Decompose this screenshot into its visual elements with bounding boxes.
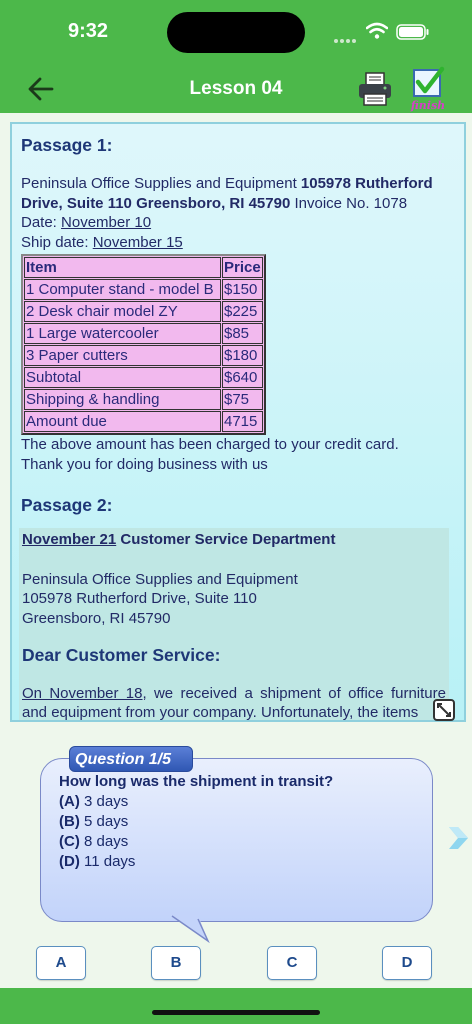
signal-icon [334, 30, 360, 43]
passage1-heading: Passage 1: [21, 135, 113, 155]
printer-icon[interactable] [356, 70, 394, 108]
status-time: 9:32 [68, 20, 109, 42]
table-cell: $640 [222, 367, 263, 388]
page-title: Lesson 04 [189, 78, 283, 99]
table-cell: 2 Desk chair model ZY [24, 301, 221, 322]
question-text: How long was the shipment in transit? [59, 773, 334, 790]
letter-address-line: 105978 Rutherford Drive, Suite 110 [22, 590, 257, 607]
letter-box: November 21 Customer Service Department … [19, 528, 449, 721]
table-header-row: Item Price [24, 257, 263, 278]
expand-icon[interactable] [432, 698, 456, 722]
table-cell: $225 [222, 301, 263, 322]
home-indicator[interactable] [152, 1010, 320, 1015]
chevron-right-icon[interactable] [446, 825, 470, 851]
table-cell: 3 Paper cutters [24, 345, 221, 366]
letter-address-line: Greensboro, RI 45790 [22, 609, 171, 627]
table-cell: 4715 [222, 411, 263, 432]
invoice-footer-line: The above amount has been charged to you… [21, 436, 399, 453]
wifi-icon [366, 22, 388, 39]
bottom-bar [0, 988, 472, 1024]
table-cell: 1 Large watercooler [24, 323, 221, 344]
table-cell: Shipping & handling [24, 389, 221, 410]
table-row: Subtotal $640 [24, 367, 263, 388]
table-cell: $180 [222, 345, 263, 366]
answer-a-button[interactable]: A [36, 946, 86, 980]
question-counter: Question 1/5 [69, 746, 193, 772]
ship-date: Ship date: November 15 [21, 233, 183, 251]
finish-label: finish [410, 99, 446, 112]
invoice-table: Item Price 1 Computer stand - model B $15… [21, 254, 266, 435]
battery-icon [396, 24, 429, 40]
passage-panel[interactable]: Passage 1: Peninsula Office Supplies and… [10, 122, 466, 722]
letter-body: On November 18, we received a shipment o… [22, 684, 446, 721]
table-row: 1 Large watercooler $85 [24, 323, 263, 344]
letter-address-line: Peninsula Office Supplies and Equipment [22, 570, 298, 588]
table-header-cell: Item [24, 257, 221, 278]
table-row: 3 Paper cutters $180 [24, 345, 263, 366]
answer-c-button[interactable]: C [267, 946, 317, 980]
table-row: 2 Desk chair model ZY $225 [24, 301, 263, 322]
table-header-cell: Price [222, 257, 263, 278]
passage2-heading: Passage 2: [21, 495, 113, 515]
checkbox-check-icon [413, 66, 445, 97]
question-content: How long was the shipment in transit? (A… [59, 772, 419, 872]
option-d: (D) 11 days [59, 853, 136, 870]
dynamic-island [167, 12, 305, 53]
table-cell: Amount due [24, 411, 221, 432]
table-cell: $75 [222, 389, 263, 410]
option-a: (A) 3 days [59, 793, 129, 810]
table-row: Shipping & handling $75 [24, 389, 263, 410]
table-cell: $85 [222, 323, 263, 344]
table-row: Amount due 4715 [24, 411, 263, 432]
invoice-footer-line: Thank you for doing business with us [21, 455, 268, 473]
answer-d-button[interactable]: D [382, 946, 432, 980]
table-cell: Subtotal [24, 367, 221, 388]
answer-b-button[interactable]: B [151, 946, 201, 980]
table-cell: $150 [222, 279, 263, 300]
letter-date-line: November 21 Customer Service Department [22, 531, 336, 548]
finish-button[interactable]: finish [406, 66, 450, 112]
invoice-header: Peninsula Office Supplies and Equipment … [21, 175, 433, 212]
table-row: 1 Computer stand - model B $150 [24, 279, 263, 300]
letter-salutation: Dear Customer Service: [22, 645, 221, 665]
bubble-tail [170, 915, 210, 943]
invoice-date: Date: November 10 [21, 214, 152, 231]
option-b: (B) 5 days [59, 813, 129, 830]
table-cell: 1 Computer stand - model B [24, 279, 221, 300]
option-c: (C) 8 days [59, 833, 129, 850]
